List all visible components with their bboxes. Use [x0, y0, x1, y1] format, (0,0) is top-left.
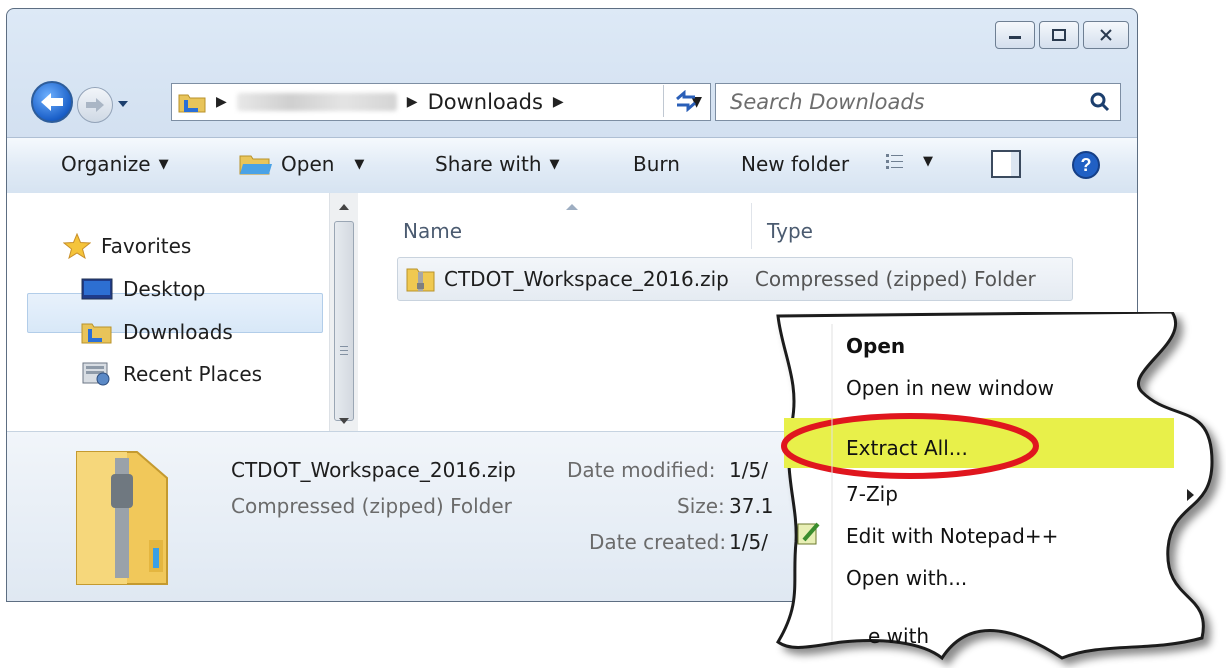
table-row[interactable]: CTDOT_Workspace_2016.zip Compressed (zip… [397, 257, 1073, 301]
minimize-button[interactable] [995, 21, 1035, 49]
navigation-bar: ▶ ▶ Downloads ▶ ▼ Search Downloads [31, 81, 1121, 125]
back-button[interactable] [31, 81, 73, 123]
sidebar-item-label: Downloads [123, 320, 233, 344]
context-menu: Open Open in new window Extract All... 7… [772, 312, 1226, 668]
chevron-down-icon: ▼ [549, 156, 560, 172]
notepad-plus-plus-icon [797, 522, 820, 545]
column-divider[interactable] [751, 203, 752, 249]
command-bar: Organize ▼ Open ▼ Share with ▼ Burn New fol… [7, 137, 1137, 195]
recent-places-icon [82, 362, 110, 386]
desktop-icon [81, 278, 113, 300]
scroll-up-icon[interactable] [330, 197, 358, 217]
sidebar-item-favorites[interactable]: Favorites [63, 233, 191, 259]
file-type: Compressed (zipped) Folder [754, 267, 1036, 291]
back-arrow-icon [41, 93, 63, 111]
breadcrumb-separator[interactable]: ▶ [553, 94, 564, 110]
organize-label: Organize [61, 152, 151, 176]
date-modified-label: Date modified: [567, 458, 716, 482]
refresh-icon [676, 90, 696, 112]
chevron-down-icon: ▼ [354, 156, 365, 172]
new-folder-label: New folder [741, 152, 850, 176]
column-header-type[interactable]: Type [767, 219, 813, 243]
help-icon: ? [1072, 151, 1100, 179]
svg-text:?: ? [1081, 155, 1092, 175]
downloads-folder-icon [178, 94, 206, 113]
minimize-icon [1009, 36, 1021, 39]
size-label: Size: [677, 494, 725, 518]
burn-button[interactable]: Burn [633, 152, 680, 176]
preview-pane-icon [991, 150, 1021, 178]
search-input[interactable]: Search Downloads [715, 83, 1121, 121]
navigation-pane: Favorites Desktop Downloads Recent Place… [7, 193, 358, 431]
menu-item-7zip[interactable]: 7-Zip [846, 482, 898, 506]
help-button[interactable]: ? [1071, 150, 1101, 180]
menu-item-open[interactable]: Open [846, 334, 905, 358]
menu-item-edit-with-notepad[interactable]: Edit with Notepad++ [846, 524, 1058, 548]
sidebar-item-label: Desktop [123, 277, 206, 301]
breadcrumb-separator[interactable]: ▶ [216, 94, 227, 110]
menu-item-extract-all[interactable]: Extract All... [846, 436, 968, 460]
details-file-name: CTDOT_Workspace_2016.zip [231, 458, 516, 482]
search-icon[interactable] [1090, 92, 1110, 112]
search-placeholder: Search Downloads [730, 90, 925, 114]
open-button[interactable]: Open ▼ [239, 152, 364, 176]
change-view-button[interactable]: ▼ [885, 152, 933, 170]
sidebar-item-label: Recent Places [123, 362, 263, 386]
star-icon [63, 233, 91, 259]
sidebar-item-recent-places[interactable]: Recent Places [81, 361, 262, 387]
maximize-icon [1052, 29, 1066, 41]
view-list-icon [886, 154, 903, 169]
share-with-label: Share with [435, 152, 542, 176]
file-name: CTDOT_Workspace_2016.zip [444, 267, 729, 291]
size-value: 37.1 [729, 494, 774, 518]
scroll-down-icon[interactable] [330, 415, 358, 429]
new-folder-button[interactable]: New folder [741, 152, 849, 176]
close-icon [1100, 29, 1112, 41]
column-header-name[interactable]: Name [403, 219, 462, 243]
sidebar-item-label: Favorites [101, 234, 192, 258]
burn-label: Burn [633, 152, 680, 176]
date-created-label: Date created: [589, 530, 727, 554]
menu-item-open-with[interactable]: Open with... [846, 566, 967, 590]
breadcrumb-separator[interactable]: ▶ [407, 94, 418, 110]
recent-pages-chevron-down-icon[interactable] [117, 99, 129, 109]
organize-button[interactable]: Organize ▼ [61, 152, 169, 176]
menu-item-open-in-new-window[interactable]: Open in new window [846, 376, 1054, 400]
forward-button[interactable] [77, 87, 113, 123]
details-file-type: Compressed (zipped) Folder [231, 494, 512, 518]
blurred-user-folder[interactable] [236, 93, 397, 111]
torn-menu-shape [776, 312, 1214, 661]
chevron-down-icon: ▼ [158, 156, 169, 172]
preview-pane-button[interactable] [991, 150, 1021, 178]
date-created-value: 1/5/ [729, 530, 768, 554]
downloads-folder-icon [81, 323, 112, 344]
submenu-arrow-icon [1187, 489, 1194, 501]
sidebar-item-desktop[interactable]: Desktop [81, 277, 205, 301]
open-folder-icon [239, 155, 272, 175]
open-label: Open [281, 152, 335, 176]
window-controls [995, 21, 1129, 49]
breadcrumb-downloads[interactable]: Downloads [428, 90, 543, 114]
maximize-button[interactable] [1039, 21, 1079, 49]
sidebar-item-downloads[interactable]: Downloads [81, 319, 233, 345]
menu-item-share-with-partial[interactable]: e with [868, 624, 929, 648]
close-button[interactable] [1083, 21, 1129, 49]
grip-icon [340, 346, 348, 355]
zip-file-large-icon [76, 451, 168, 585]
sort-ascending-icon [566, 204, 578, 210]
scrollbar-thumb[interactable] [334, 221, 354, 421]
date-modified-value: 1/5/ [729, 458, 768, 482]
share-with-button[interactable]: Share with ▼ [435, 152, 560, 176]
zip-folder-icon [406, 268, 435, 292]
address-bar[interactable]: ▶ ▶ Downloads ▶ ▼ [171, 83, 711, 121]
forward-arrow-icon [86, 98, 104, 112]
chevron-down-icon: ▼ [923, 153, 933, 169]
refresh-button[interactable] [663, 85, 708, 117]
navigation-scrollbar[interactable] [329, 193, 358, 431]
